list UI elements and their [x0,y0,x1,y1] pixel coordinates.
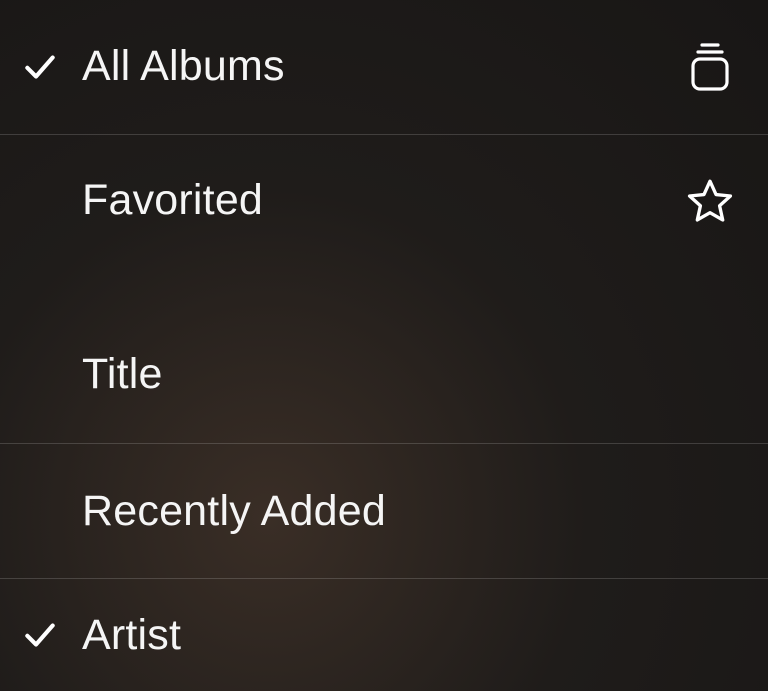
filter-item-favorited[interactable]: Favorited [0,134,768,268]
filter-item-all-albums[interactable]: All Albums [0,0,768,134]
checkmark-icon [14,48,66,86]
menu-item-label: Recently Added [82,487,740,536]
album-filter-sort-menu: All Albums Favorited Title Recently Adde… [0,0,768,691]
sort-item-artist[interactable]: Artist [0,578,768,691]
star-icon [680,176,740,226]
menu-item-label: Title [82,350,740,399]
sort-item-title[interactable]: Title [0,307,768,443]
section-gap [0,267,768,307]
checkmark-icon [14,616,66,654]
sort-item-recently-added[interactable]: Recently Added [0,443,768,579]
menu-item-label: Artist [82,611,740,660]
menu-item-label: All Albums [82,42,680,91]
stack-icon [680,41,740,93]
menu-item-label: Favorited [82,176,680,225]
